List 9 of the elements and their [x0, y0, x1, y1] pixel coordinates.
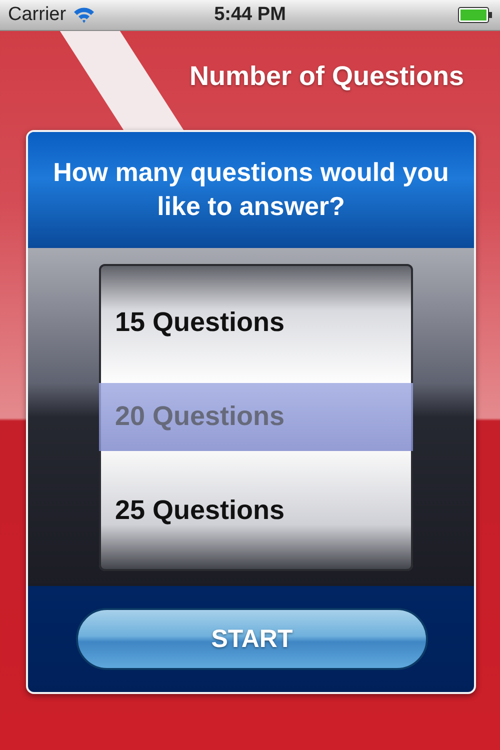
picker-option[interactable]: 25 Questions	[99, 464, 413, 558]
question-prompt: How many questions would you like to answer?	[52, 156, 450, 223]
wifi-icon	[72, 6, 96, 24]
clock-time: 5:44 PM	[214, 4, 286, 25]
screen-title: Number of Questions	[189, 61, 464, 92]
picker-option[interactable]: 15 Questions	[99, 276, 413, 370]
battery-icon	[458, 7, 492, 23]
carrier-label: Carrier	[8, 4, 66, 26]
picker-wheel[interactable]: 15 Questions 20 Questions 25 Questions	[99, 264, 413, 570]
